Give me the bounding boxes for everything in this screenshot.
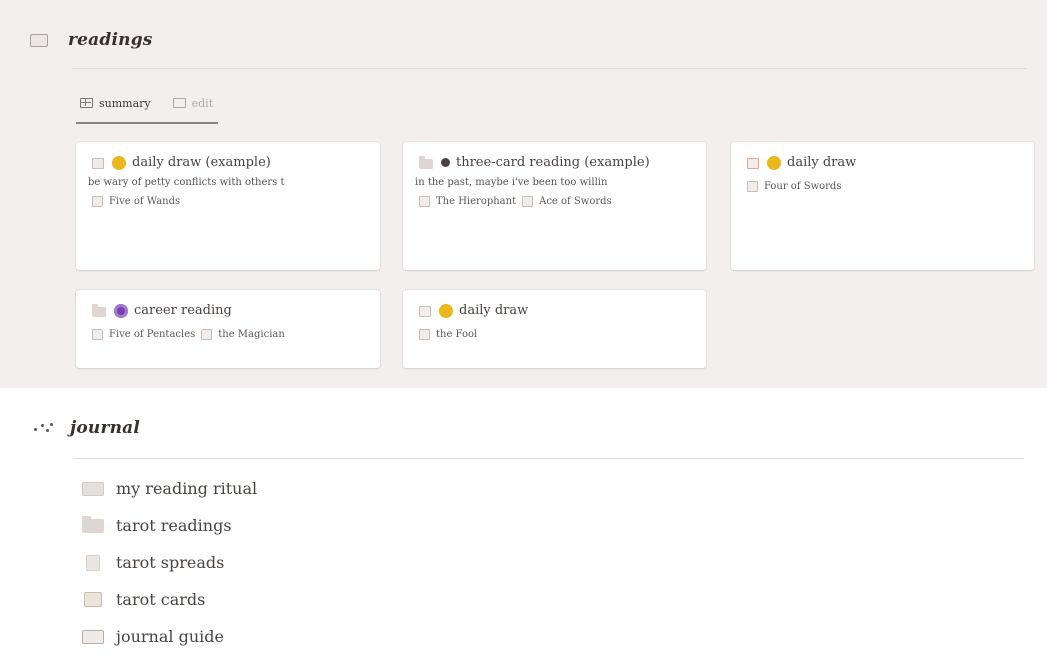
page-icon <box>92 158 104 169</box>
journal-list: my reading ritual tarot readings tarot s… <box>82 470 257 655</box>
folder-icon <box>92 304 106 317</box>
readings-header[interactable]: readings <box>30 30 153 50</box>
journal-item-tarot-readings[interactable]: tarot readings <box>82 507 257 544</box>
tab-summary[interactable]: summary <box>80 90 151 116</box>
card-page-icon <box>419 196 430 207</box>
book-icon <box>82 629 104 644</box>
page-icon <box>419 306 431 317</box>
journal-item-label: tarot spreads <box>116 553 225 572</box>
sun-emoji-icon <box>439 304 453 318</box>
readings-header-divider <box>72 68 1027 69</box>
journal-header-divider <box>74 458 1024 459</box>
journal-title: journal <box>70 418 141 438</box>
view-tabs: summary edit <box>80 90 213 116</box>
card-tag[interactable]: Five of Pentacles <box>109 329 195 340</box>
card-tags: Five of Wands <box>92 196 380 207</box>
card-title: career reading <box>134 303 232 318</box>
page-icon <box>747 158 759 169</box>
journal-item-label: tarot readings <box>116 516 232 535</box>
journal-item-tarot-cards[interactable]: tarot cards <box>82 581 257 618</box>
card-tag[interactable]: the Magician <box>218 329 285 340</box>
tab-summary-label: summary <box>99 96 151 110</box>
journal-item-tarot-spreads[interactable]: tarot spreads <box>82 544 257 581</box>
card-tags: Four of Swords <box>747 181 1034 192</box>
sparkle-icon <box>34 422 56 434</box>
card-description: in the past, maybe i've been too willin <box>415 177 608 188</box>
journal-item-label: my reading ritual <box>116 479 258 498</box>
readings-title: readings <box>68 30 153 50</box>
active-tab-indicator <box>76 122 218 124</box>
gallery-icon <box>80 98 93 108</box>
cards-icon <box>84 592 102 607</box>
folder-icon <box>82 515 104 533</box>
reading-card[interactable]: daily draw Four of Swords <box>731 142 1034 270</box>
tab-edit[interactable]: edit <box>172 90 214 116</box>
readings-panel: readings summary edit daily draw (exampl… <box>0 0 1047 388</box>
card-page-icon <box>92 196 103 207</box>
ritual-icon <box>82 481 104 496</box>
reading-card[interactable]: daily draw the Fool <box>403 290 706 368</box>
card-title: daily draw <box>459 303 529 318</box>
card-page-icon <box>747 181 758 192</box>
reading-card[interactable]: career reading Five of Pentacles the Mag… <box>76 290 380 368</box>
card-title: daily draw <box>787 155 857 170</box>
card-page-icon <box>92 329 103 340</box>
card-tag[interactable]: Four of Swords <box>764 181 841 192</box>
card-title: daily draw (example) <box>132 155 271 170</box>
journal-item-label: tarot cards <box>116 590 206 609</box>
reading-card[interactable]: daily draw (example) be wary of petty co… <box>76 142 380 270</box>
card-title: three-card reading (example) <box>456 155 650 170</box>
card-tag[interactable]: the Fool <box>436 329 477 340</box>
card-tag[interactable]: Five of Wands <box>109 196 180 207</box>
book-icon <box>30 33 48 47</box>
table-icon <box>172 98 186 108</box>
card-tags: The Hierophant Ace of Swords <box>419 196 706 207</box>
tab-edit-label: edit <box>191 96 214 110</box>
card-description: be wary of petty conflicts with others t <box>88 177 285 188</box>
journal-item-reading-ritual[interactable]: my reading ritual <box>82 470 257 507</box>
journal-header[interactable]: journal <box>34 418 140 438</box>
card-tags: Five of Pentacles the Magician <box>92 329 380 340</box>
crystal-ball-icon <box>114 304 128 318</box>
reading-card[interactable]: three-card reading (example) in the past… <box>403 142 706 270</box>
moon-emoji-icon <box>441 158 450 167</box>
journal-item-label: journal guide <box>116 627 224 646</box>
sun-emoji-icon <box>112 156 126 170</box>
sun-emoji-icon <box>767 156 781 170</box>
card-tags: the Fool <box>419 329 706 340</box>
card-tag[interactable]: Ace of Swords <box>539 196 612 207</box>
card-page-icon <box>201 329 213 340</box>
journal-item-journal-guide[interactable]: journal guide <box>82 618 257 655</box>
spread-icon <box>86 554 100 571</box>
card-tag[interactable]: The Hierophant <box>436 196 516 207</box>
card-page-icon <box>522 196 534 207</box>
card-page-icon <box>419 329 430 340</box>
folder-icon <box>419 156 433 169</box>
